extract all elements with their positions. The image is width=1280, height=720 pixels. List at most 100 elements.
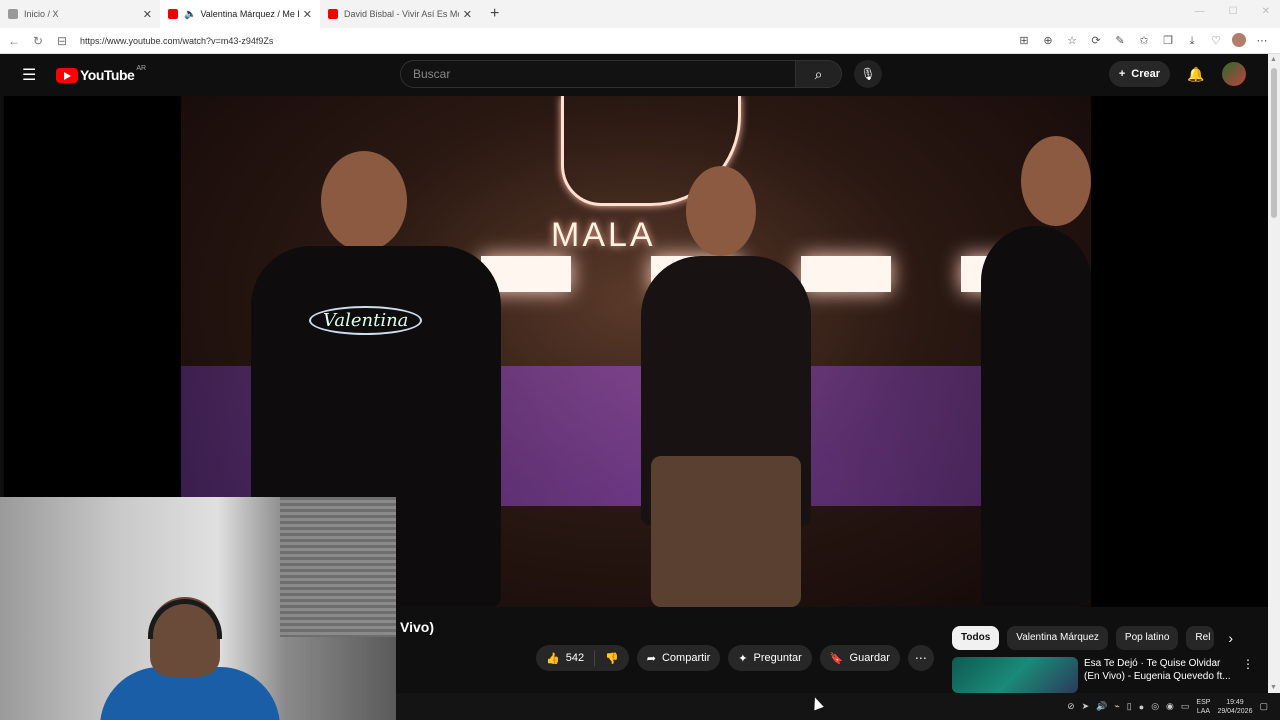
video-title: Vivo) (400, 619, 434, 635)
star-icon[interactable]: ☆ (1064, 33, 1080, 49)
singer-center-skirt (651, 456, 801, 607)
tab-bisbal[interactable]: David Bisbal - Vivir Así Es Morir De... … (320, 0, 480, 28)
extensions-row: ⊞ ⊕ ☆ ⟳ ✎ ✩ ❐ ⤓ ♡ ⋯ (1016, 32, 1270, 49)
notification-icon[interactable]: ▢ (1259, 701, 1268, 712)
chip-pop-latino[interactable]: Pop latino (1115, 626, 1179, 650)
recommendation-thumbnail[interactable] (952, 657, 1078, 693)
page-scrollbar[interactable]: ▲ ▼ (1268, 54, 1280, 693)
steam-icon[interactable]: ◎ (1151, 701, 1159, 712)
clock[interactable]: 19:49 29/04/2026 (1217, 698, 1252, 716)
chip-bar: Todos Valentina Márquez Pop latino Rel › (952, 626, 1233, 650)
speaker-icon[interactable]: 🔈 (184, 9, 196, 20)
shield-icon[interactable]: ♡ (1208, 33, 1224, 49)
dislike-button[interactable]: 👎 (595, 652, 629, 665)
download-icon[interactable]: ⤓ (1184, 33, 1200, 49)
youtube-play-icon (56, 67, 78, 83)
kebab-menu-icon[interactable]: ⋮ (1242, 657, 1254, 693)
mic-icon[interactable]: 🎙 (854, 60, 882, 88)
bell-icon[interactable]: 🔔 (1184, 66, 1208, 83)
menu-icon[interactable]: ☰ (22, 65, 42, 85)
app-icon[interactable]: ⊞ (1016, 33, 1032, 49)
create-button[interactable]: + Crear (1108, 61, 1170, 87)
time: 19:49 (1226, 698, 1244, 706)
tab-x-home[interactable]: Inicio / X ✕ (0, 0, 160, 28)
x-icon (8, 9, 18, 19)
mic-tray-icon[interactable]: ● (1139, 702, 1144, 712)
usb-icon[interactable]: ▯ (1127, 701, 1132, 712)
scroll-up-icon[interactable]: ▲ (1270, 56, 1277, 63)
logo-text: YouTube (80, 67, 135, 83)
favorites-icon[interactable]: ✩ (1136, 33, 1152, 49)
new-tab-button[interactable]: + (490, 5, 499, 23)
more-options-icon[interactable]: ⋯ (907, 645, 934, 671)
minimize-icon[interactable]: — (1195, 6, 1205, 17)
site-info-icon[interactable]: ⊟ (52, 34, 72, 48)
country-code: AR (136, 65, 147, 72)
search-input[interactable] (400, 60, 796, 88)
taskbar: ⊘ ➤ 🔊 ⌁ ▯ ● ◎ ◉ ▭ ESP LAA 19:49 29/04/20… (396, 693, 1280, 720)
singer-left-head (321, 151, 407, 251)
share-icon: ➦ (646, 652, 656, 665)
save-button[interactable]: 🔖 Guardar (819, 645, 900, 671)
maximize-icon[interactable]: ☐ (1229, 6, 1238, 17)
tab-label: Inicio / X (24, 9, 59, 19)
display-icon[interactable]: ▭ (1181, 701, 1190, 712)
tab-label: Valentina Márquez / Me Ded... (200, 9, 298, 19)
back-icon[interactable]: ← (4, 34, 24, 48)
like-button[interactable]: 👍 542 (536, 650, 596, 666)
refresh-ext-icon[interactable]: ⟳ (1088, 33, 1104, 49)
scroll-thumb[interactable] (1271, 68, 1277, 218)
youtube-header: ☰ YouTube AR ⌕ 🎙 + Crear 🔔 (4, 54, 1268, 96)
share-label: Compartir (661, 652, 711, 664)
close-icon[interactable]: ✕ (303, 8, 312, 21)
close-icon[interactable]: ✕ (143, 8, 152, 21)
ask-label: Preguntar (753, 652, 802, 664)
action-bar: 👍 542 👎 ➦ Compartir ✦ Preguntar 🔖 Guarda… (536, 645, 934, 671)
close-window-icon[interactable]: ✕ (1262, 6, 1270, 17)
language-indicator[interactable]: ESP LAA (1196, 698, 1210, 716)
security-icon[interactable]: ⊘ (1067, 701, 1075, 712)
chevron-right-icon[interactable]: › (1228, 626, 1233, 650)
recommendation-title[interactable]: Esa Te Dejó · Te Quise Olvidar (En Vivo)… (1084, 657, 1234, 693)
webcam-overlay (0, 497, 396, 720)
youtube-logo[interactable]: YouTube AR (56, 65, 147, 83)
url-field[interactable]: https://www.youtube.com/watch?v=m43-z94f… (80, 36, 1016, 46)
telegram-icon[interactable]: ➤ (1082, 701, 1090, 712)
collections-icon[interactable]: ❐ (1160, 33, 1176, 49)
address-bar: ← ↻ ⊟ https://www.youtube.com/watch?v=m4… (0, 28, 1280, 54)
sparkle-icon: ✦ (738, 652, 748, 665)
avatar[interactable] (1222, 62, 1246, 86)
window-blinds (280, 497, 396, 637)
neon-sign-text: MALA (551, 216, 656, 254)
browser-tab-bar: Inicio / X ✕ 🔈 Valentina Márquez / Me De… (0, 0, 1280, 28)
chip-artist[interactable]: Valentina Márquez (1007, 626, 1108, 650)
tab-label: David Bisbal - Vivir Así Es Morir De... (344, 9, 459, 19)
profile-avatar[interactable] (1232, 32, 1246, 47)
recommendation-item[interactable]: Esa Te Dejó · Te Quise Olvidar (En Vivo)… (952, 657, 1254, 693)
wifi-icon[interactable]: ◉ (1166, 701, 1174, 712)
zoom-icon[interactable]: ⊕ (1040, 33, 1056, 49)
youtube-icon (328, 9, 338, 19)
thumbs-up-icon: 👍 (546, 652, 560, 665)
scroll-down-icon[interactable]: ▼ (1270, 684, 1277, 691)
plus-icon: + (1118, 68, 1126, 80)
bookmark-icon: 🔖 (829, 652, 844, 665)
extension-icon[interactable]: ✎ (1112, 33, 1128, 49)
share-button[interactable]: ➦ Compartir (636, 645, 721, 671)
close-icon[interactable]: ✕ (463, 8, 472, 21)
tab-valentina[interactable]: 🔈 Valentina Márquez / Me Ded... ✕ (160, 0, 320, 28)
ask-button[interactable]: ✦ Preguntar (728, 645, 812, 671)
reload-icon[interactable]: ↻ (28, 34, 48, 48)
chip-related[interactable]: Rel (1186, 626, 1215, 650)
like-count: 542 (565, 652, 585, 664)
save-label: Guardar (849, 652, 890, 664)
network-icon[interactable]: ⌁ (1114, 701, 1119, 712)
search-icon[interactable]: ⌕ (796, 60, 842, 88)
system-tray: ⊘ ➤ 🔊 ⌁ ▯ ● ◎ ◉ ▭ ESP LAA 19:49 29/04/20… (1067, 698, 1268, 716)
chip-all[interactable]: Todos (952, 626, 1000, 650)
volume-icon[interactable]: 🔊 (1096, 701, 1107, 712)
singer-center-head (686, 166, 756, 256)
search-box: ⌕ 🎙 (400, 60, 882, 88)
menu-dots-icon[interactable]: ⋯ (1254, 33, 1270, 49)
header-actions: + Crear 🔔 (1108, 61, 1246, 87)
